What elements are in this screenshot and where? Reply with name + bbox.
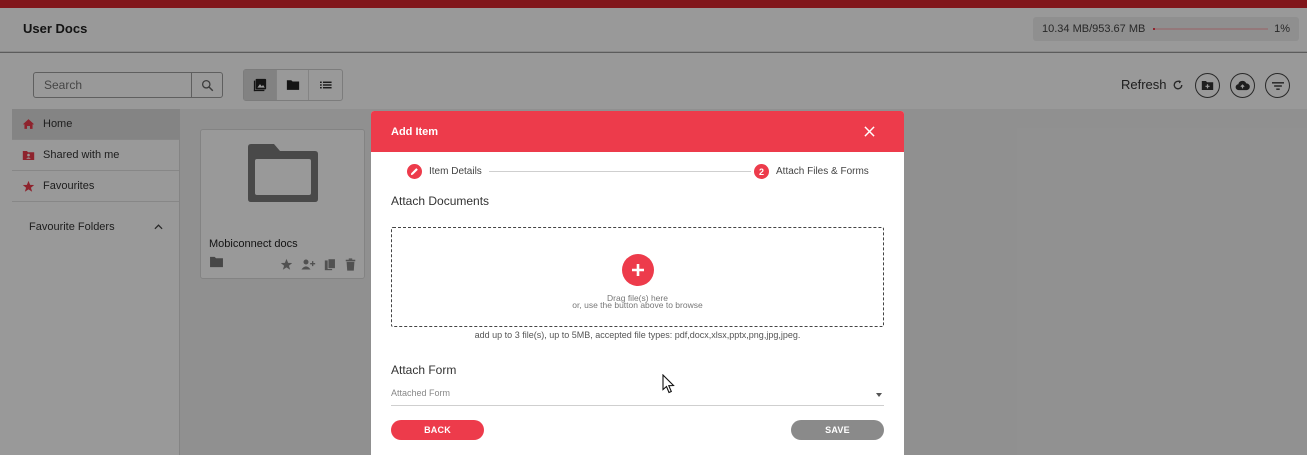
step-label: Item Details	[429, 166, 482, 177]
step-attach-files[interactable]: 2 Attach Files & Forms	[754, 164, 869, 179]
back-button[interactable]: BACK	[391, 420, 484, 440]
dropdown-caret-icon	[876, 393, 882, 397]
upload-hint: add up to 3 file(s), up to 5MB, accepted…	[474, 330, 801, 340]
stepper-connector	[489, 171, 751, 172]
add-item-dialog: Add Item Item Details 2 Attach Files & F…	[371, 111, 904, 455]
attached-form-placeholder: Attached Form	[391, 388, 451, 398]
step-marker: 2	[754, 164, 769, 179]
close-button[interactable]	[862, 125, 876, 139]
edit-icon	[410, 168, 418, 176]
attach-documents-heading: Attach Documents	[391, 194, 490, 208]
dialog-header: Add Item	[371, 111, 904, 152]
save-button[interactable]: SAVE	[791, 420, 884, 440]
step-item-details[interactable]: Item Details	[407, 164, 482, 179]
file-dropzone[interactable]: Drag file(s) here or, use the button abo…	[391, 227, 884, 327]
dropzone-text-line2: or, use the button above to browse	[572, 300, 703, 310]
dialog-title: Add Item	[391, 125, 439, 138]
stepper: Item Details 2 Attach Files & Forms	[407, 164, 869, 180]
mouse-cursor-icon	[662, 374, 675, 394]
add-file-button[interactable]	[622, 254, 654, 286]
step-label: Attach Files & Forms	[776, 166, 869, 177]
attached-form-select[interactable]: Attached Form	[391, 384, 884, 406]
attach-form-heading: Attach Form	[391, 363, 457, 377]
close-icon	[863, 126, 875, 137]
step-marker	[407, 164, 422, 179]
plus-icon	[632, 264, 644, 276]
